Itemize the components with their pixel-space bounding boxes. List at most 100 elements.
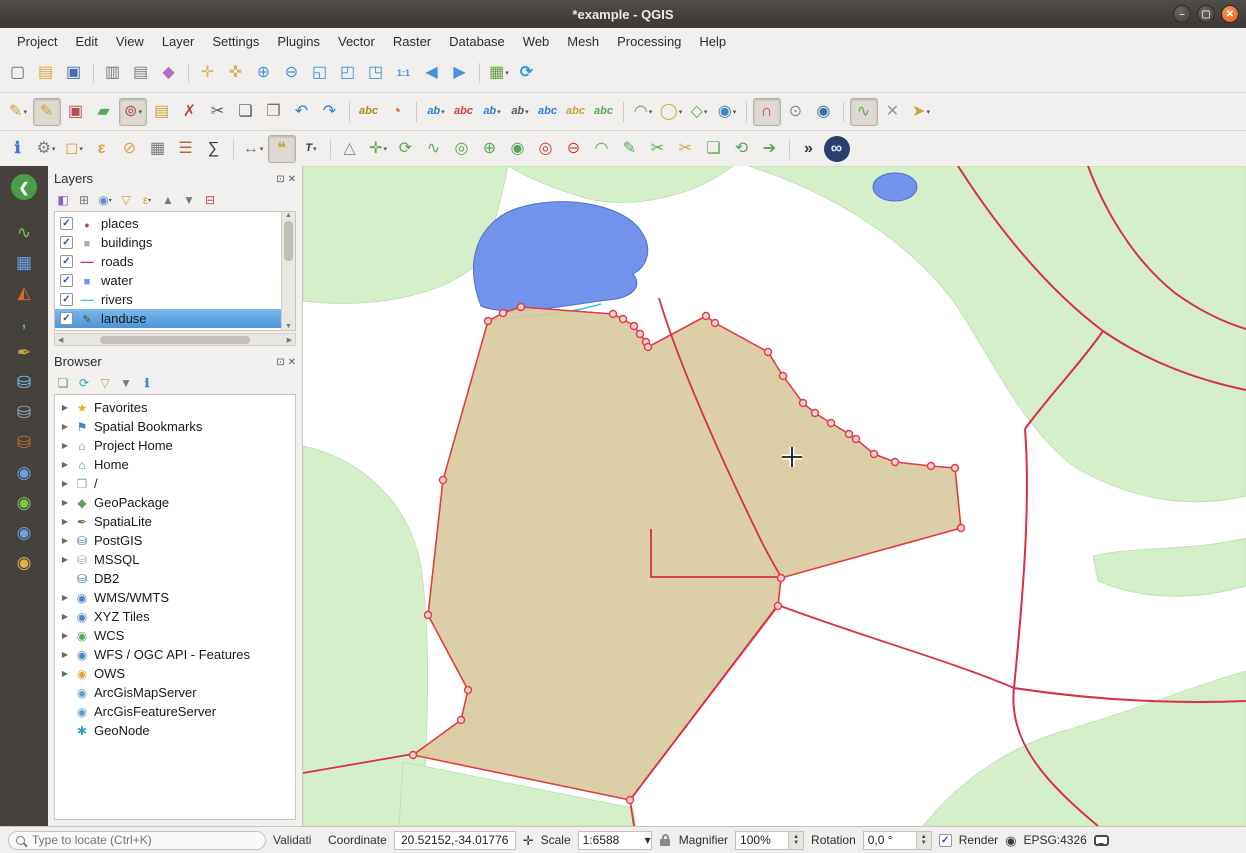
layer-row-landuse[interactable]: ✓ ✎ landuse (55, 309, 282, 328)
layer-visibility-checkbox[interactable]: ✓ (60, 293, 73, 306)
expand-arrow-icon[interactable]: ▶ (60, 479, 70, 488)
new-map-view-button[interactable]: ▦▾ (486, 60, 512, 86)
enable-advanced-digitizing-button[interactable]: △ (337, 136, 363, 162)
snap-on-intersection-button[interactable]: ⊙ (783, 99, 809, 125)
zoom-last-button[interactable]: ◀ (419, 60, 445, 86)
snapping-button[interactable]: ∩ (753, 98, 781, 126)
expand-arrow-icon[interactable]: ▶ (60, 650, 70, 659)
browser-item-postgis[interactable]: ▶ ⛁ PostGIS (55, 531, 295, 550)
pan-map-button[interactable]: ✛ (195, 60, 221, 86)
zoom-in-button[interactable]: ⊕ (251, 60, 277, 86)
layer-row-places[interactable]: ✓ ● places (55, 214, 282, 233)
add-vector-layer-button[interactable]: ∿ (9, 219, 39, 246)
layers-panel-float-button[interactable]: ⊡ (276, 174, 284, 185)
layer-diagram-button[interactable]: ◔ (384, 99, 410, 125)
add-mssql-layer-button[interactable]: ⛁ (9, 399, 39, 426)
expand-arrow-icon[interactable]: ▶ (60, 612, 70, 621)
locate-search-box[interactable] (8, 831, 266, 850)
digitize-ellipse-button[interactable]: ◉▾ (714, 99, 740, 125)
filter-by-expression-button[interactable]: ε▾ (138, 191, 156, 209)
measure-button[interactable]: ↔▾ (240, 136, 266, 162)
menu-item[interactable]: Settings (203, 29, 268, 54)
rotation-spin-buttons[interactable]: ▲▼ (916, 832, 931, 849)
offset-point-symbol-button[interactable]: ➔ (757, 136, 783, 162)
zoom-full-button[interactable]: ◱ (307, 60, 333, 86)
expand-arrow-icon[interactable]: ▶ (60, 555, 70, 564)
style-manager-button[interactable]: ◆ (156, 60, 182, 86)
browser-item-wfs[interactable]: ▶ ◉ WFS / OGC API - Features (55, 645, 295, 664)
add-delimited-text-layer-button[interactable]: , (9, 309, 39, 336)
browser-item-arcgis-feature[interactable]: ◉ ArcGisFeatureServer (55, 702, 295, 721)
browser-item-geopackage[interactable]: ▶ ◆ GeoPackage (55, 493, 295, 512)
expand-arrow-icon[interactable]: ▶ (60, 403, 70, 412)
map-tips-button[interactable]: ❝ (268, 135, 296, 163)
data-source-manager-button[interactable]: ❮ (11, 174, 37, 200)
magnifier-input[interactable] (736, 833, 788, 847)
coordinate-input[interactable] (395, 833, 515, 847)
scrollbar-thumb[interactable] (284, 221, 293, 261)
layer-visibility-checkbox[interactable]: ✓ (60, 236, 73, 249)
split-features-button[interactable]: ✂ (645, 136, 671, 162)
scale-input[interactable] (579, 833, 645, 847)
menu-item[interactable]: Database (440, 29, 514, 54)
cut-features-button[interactable]: ✂ (205, 99, 231, 125)
browser-item-xyz[interactable]: ▶ ◉ XYZ Tiles (55, 607, 295, 626)
menu-item[interactable]: View (107, 29, 153, 54)
browser-refresh-button[interactable]: ⟳ (75, 374, 93, 392)
reshape-features-button[interactable]: ✎ (617, 136, 643, 162)
layer-row-water[interactable]: ✓ ■ water (55, 271, 282, 290)
menu-item[interactable]: Layer (153, 29, 204, 54)
remove-layer-button[interactable]: ⊟ (201, 191, 219, 209)
add-spatialite-layer-button[interactable]: ✒ (9, 339, 39, 366)
expand-arrow-icon[interactable]: ▶ (60, 536, 70, 545)
paste-features-button[interactable]: ❐ (261, 99, 287, 125)
scroll-down-arrow-icon[interactable]: ▼ (285, 323, 292, 330)
expand-arrow-icon[interactable]: ▶ (60, 441, 70, 450)
move-feature-button[interactable]: ✛▾ (365, 136, 391, 162)
messages-bubble-icon[interactable] (1094, 835, 1109, 846)
expand-arrow-icon[interactable]: ▶ (60, 498, 70, 507)
title-bar[interactable]: *example - QGIS – ▢ ✕ (0, 0, 1246, 28)
deselect-features-button[interactable]: ✕ (880, 99, 906, 125)
add-polygon-feature-button[interactable]: ▰ (91, 99, 117, 125)
add-wcs-layer-button[interactable]: ◉ (9, 489, 39, 516)
manage-map-themes-button[interactable]: ◉▾ (96, 191, 114, 209)
vertex-tool-button[interactable]: ⊚▾ (119, 98, 147, 126)
toggle-editing-button[interactable]: ✎ (33, 98, 61, 126)
deselect-all-button[interactable]: ⊘ (117, 136, 143, 162)
menu-item[interactable]: Project (8, 29, 66, 54)
add-oracle-layer-button[interactable]: ⛁ (9, 429, 39, 456)
digitize-shape-button[interactable]: ◯▾ (658, 99, 684, 125)
delete-ring-button[interactable]: ◎ (533, 136, 559, 162)
browser-item-wcs[interactable]: ▶ ◉ WCS (55, 626, 295, 645)
browser-item-ows[interactable]: ▶ ◉ OWS (55, 664, 295, 683)
open-layer-styling-button[interactable]: ◧ (54, 191, 72, 209)
browser-properties-button[interactable]: ℹ (138, 374, 156, 392)
highlight-labels-button[interactable]: abc (451, 99, 477, 125)
maximize-button[interactable]: ▢ (1197, 5, 1215, 23)
expand-arrow-icon[interactable]: ▶ (60, 460, 70, 469)
undo-button[interactable]: ↶ (289, 99, 315, 125)
zoom-next-button[interactable]: ▶ (447, 60, 473, 86)
menu-item[interactable]: Vector (329, 29, 384, 54)
browser-panel-float-button[interactable]: ⊡ (276, 357, 284, 368)
layer-visibility-checkbox[interactable]: ✓ (60, 312, 73, 325)
open-attribute-table-button[interactable]: ▦ (145, 136, 171, 162)
layer-row-buildings[interactable]: ✓ ■ buildings (55, 233, 282, 252)
layers-panel-close-button[interactable]: ✕ (288, 174, 296, 185)
browser-item-spatialite[interactable]: ▶ ✒ SpatiaLite (55, 512, 295, 531)
crs-globe-icon[interactable]: ◉ (1005, 834, 1016, 847)
browser-item-root[interactable]: ▶ ❐ / (55, 474, 295, 493)
magnifier-spinbox[interactable]: ▲▼ (735, 831, 804, 850)
split-parts-button[interactable]: ✂ (673, 136, 699, 162)
digitize-with-curve-button[interactable]: ◠▾ (630, 99, 656, 125)
expand-arrow-icon[interactable]: ▶ (60, 517, 70, 526)
browser-panel-close-button[interactable]: ✕ (288, 357, 296, 368)
browser-item-geonode[interactable]: ✱ GeoNode (55, 721, 295, 740)
save-project-button[interactable]: ▣ (61, 60, 87, 86)
zoom-out-button[interactable]: ⊖ (279, 60, 305, 86)
menu-item[interactable]: Edit (66, 29, 106, 54)
labeling-options-button[interactable]: ab▾ (423, 99, 449, 125)
identify-features-button[interactable]: ℹ (5, 136, 31, 162)
menu-item[interactable]: Raster (384, 29, 440, 54)
